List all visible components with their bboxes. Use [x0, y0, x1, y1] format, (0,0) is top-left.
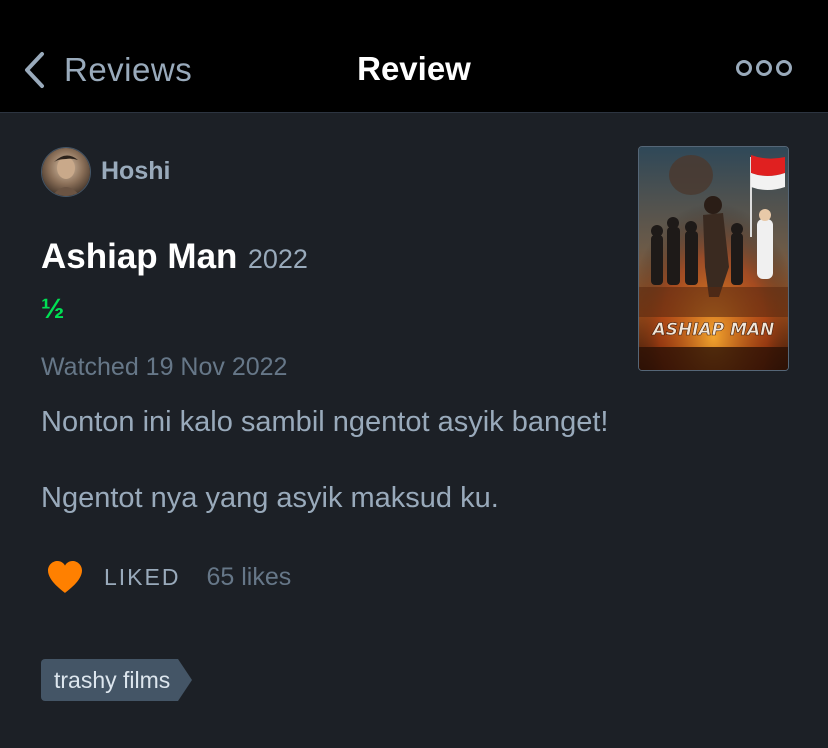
film-year[interactable]: 2022	[248, 244, 308, 274]
poster-title: ASHIAP MAN	[651, 320, 775, 340]
liked-label: LIKED	[104, 563, 181, 590]
film-poster[interactable]: ASHIAP MAN	[638, 146, 789, 371]
ellipsis-icon[interactable]	[732, 56, 796, 82]
navigation-bar: Reviews Review	[0, 0, 828, 113]
review-paragraph: Nonton ini kalo sambil ngentot asyik ban…	[41, 406, 609, 438]
likes-count[interactable]: 65 likes	[206, 563, 291, 592]
star-rating: ½	[41, 293, 65, 324]
watched-date: Watched 19 Nov 2022	[41, 353, 288, 381]
film-title-row: Ashiap Man 2022	[41, 237, 308, 277]
avatar[interactable]	[41, 147, 91, 197]
tag-trashy-films[interactable]: trashy films	[41, 659, 193, 701]
reviewer-username[interactable]: Hoshi	[101, 157, 170, 186]
tag-arrow	[178, 659, 193, 701]
like-row: LIKED 65 likes	[46, 557, 291, 597]
review-paragraph: Ngentot nya yang asyik maksud ku.	[41, 482, 499, 514]
page-title: Review	[357, 50, 471, 87]
film-title[interactable]: Ashiap Man	[41, 237, 237, 276]
review-content: Hoshi Ashiap Man 2022 ½ Watched 19 Nov 2…	[0, 113, 828, 748]
heart-icon[interactable]	[46, 560, 84, 594]
tag-label: trashy films	[41, 659, 179, 701]
